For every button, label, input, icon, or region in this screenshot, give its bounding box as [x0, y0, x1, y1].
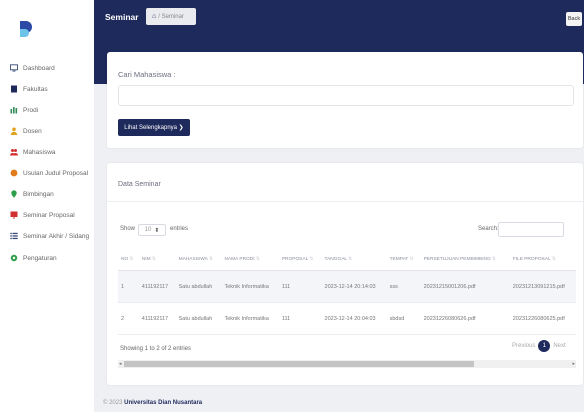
sidebar-item-label: Mahasiswa	[23, 148, 56, 156]
table-search-label: Search:	[478, 226, 499, 232]
table-cell[interactable]: 20231226080625.pdf	[509, 302, 576, 335]
table-cell[interactable]: 20231213091215.pdf	[509, 270, 576, 303]
entries-select[interactable]: 10 ⬍	[138, 224, 166, 236]
table-cell: 1	[118, 270, 139, 303]
sidebar-item-label: Dosen	[23, 127, 42, 135]
table-cell: Satu abdullah	[175, 270, 222, 303]
sidebar-item-label: Seminar Proposal	[23, 211, 75, 219]
sidebar-item-seminar-proposal[interactable]: Seminar Proposal	[10, 211, 75, 219]
col-header[interactable]: PERSETUJUAN PEMBIMBING	[420, 248, 510, 271]
col-header[interactable]: TANGGAL	[321, 248, 387, 271]
table-cell: 2023-12-14 20:04:03	[321, 302, 387, 335]
table-cell: 2023-12-14 20:14:03	[321, 270, 387, 303]
sidebar: Dashboard Fakultas Prodi Dosen Mahasiswa…	[0, 0, 94, 412]
col-header[interactable]: TEMPAT	[386, 248, 421, 271]
show-label: Show	[120, 226, 136, 232]
sidebar-item-seminar-akhir[interactable]: Seminar Akhir / Sidang	[10, 232, 89, 240]
sidebar-item-label: Usulan Judul Proposal	[23, 169, 89, 177]
page-title: Seminar	[105, 12, 139, 22]
table-row: 2 411192117 Satu abdullah Teknik Informa…	[118, 302, 576, 335]
col-header[interactable]: NIM	[138, 248, 176, 271]
sidebar-item-label: Fakultas	[23, 85, 48, 93]
table-header-row: NO NIM MAHASISWA NAMA PRODI PROPOSAL TAN…	[118, 248, 576, 271]
col-header[interactable]: MAHASISWA	[175, 248, 222, 271]
table-search-input[interactable]	[498, 222, 564, 237]
search-student-input[interactable]	[118, 85, 574, 106]
sidebar-item-label: Seminar Akhir / Sidang	[23, 232, 90, 240]
table-cell: sss	[386, 270, 421, 303]
entries-value: 10	[144, 227, 152, 233]
table-cell[interactable]: 20231215001206.pdf	[420, 270, 510, 303]
page-1-button[interactable]: 1	[538, 340, 551, 352]
search-student-label: Cari Mahasiswa :	[118, 70, 176, 79]
col-header[interactable]: NO	[118, 248, 139, 271]
view-more-button[interactable]: Lihat Selengkapnya ❯	[118, 119, 190, 136]
table-cell[interactable]: 20231226080626.pdf	[420, 302, 510, 335]
table-row: 1 411192117 Satu abdullah Teknik Informa…	[118, 270, 576, 303]
sidebar-item-dosen[interactable]: Dosen	[10, 127, 42, 135]
divider	[107, 201, 583, 202]
sidebar-item-usulan-judul[interactable]: Usulan Judul Proposal	[10, 169, 88, 177]
col-header[interactable]: FILE PROPOSAL	[509, 248, 576, 271]
user-icon	[10, 127, 18, 135]
sidebar-item-pengaturan[interactable]: Pengaturan	[10, 254, 57, 262]
sidebar-item-dashboard[interactable]: Dashboard	[10, 64, 55, 72]
chevron-down-icon: ⬍	[154, 227, 160, 234]
col-header[interactable]: NAMA PRODI	[221, 248, 279, 271]
gear-icon	[10, 254, 18, 262]
table-cell: 411192117	[138, 270, 176, 303]
table-cell: 111	[278, 302, 322, 335]
sidebar-item-fakultas[interactable]: Fakultas	[10, 85, 48, 93]
previous-button[interactable]: Previous	[512, 343, 535, 349]
breadcrumb-current: / Seminar	[158, 13, 184, 20]
sidebar-item-label: Prodi	[23, 106, 39, 114]
scroll-thumb[interactable]	[124, 361, 474, 367]
scroll-left-icon[interactable]: ◂	[119, 360, 122, 368]
footer-org: Universitas Dian Nusantara	[124, 400, 203, 406]
sidebar-item-mahasiswa[interactable]: Mahasiswa	[10, 148, 56, 156]
sidebar-item-prodi[interactable]: Prodi	[10, 106, 38, 114]
entries-label: entries	[170, 226, 189, 232]
sidebar-item-label: Bimbingan	[23, 190, 54, 198]
footer-copyright: © 2023	[103, 400, 123, 406]
sidebar-item-label: Dashboard	[23, 64, 55, 72]
table-info: Showing 1 to 2 of 2 entries	[120, 346, 192, 352]
back-button[interactable]: Back	[566, 12, 582, 26]
sidebar-item-label: Pengaturan	[23, 254, 57, 262]
list-icon	[10, 232, 18, 240]
users-icon	[10, 148, 18, 156]
breadcrumb: ⌂ / Seminar	[146, 8, 196, 25]
footer: © 2023 Universitas Dian Nusantara	[103, 400, 202, 406]
logo-icon	[20, 21, 32, 37]
data-card-title: Data Seminar	[118, 181, 161, 188]
paper-plane-icon	[10, 169, 18, 177]
table-cell: Teknik Informatika	[221, 270, 279, 303]
chart-icon	[10, 106, 18, 114]
table-cell: Teknik Informatika	[221, 302, 279, 335]
table-cell: 411192117	[138, 302, 176, 335]
table-cell: 111	[278, 270, 322, 303]
presentation-icon	[10, 211, 18, 219]
home-icon[interactable]: ⌂	[152, 13, 156, 20]
table-cell: 2	[118, 302, 139, 335]
building-icon	[10, 85, 18, 93]
monitor-icon	[10, 64, 18, 72]
horizontal-scrollbar[interactable]: ◂ ▸	[118, 360, 576, 368]
table-cell: Satu abdullah	[175, 302, 222, 335]
next-button[interactable]: Next	[553, 343, 565, 349]
table-cell: sbdsd	[386, 302, 421, 335]
scroll-right-icon[interactable]: ▸	[572, 360, 575, 368]
pagination: Previous 1 Next	[512, 340, 566, 352]
sidebar-item-bimbingan[interactable]: Bimbingan	[10, 190, 54, 198]
seminar-table: NO NIM MAHASISWA NAMA PRODI PROPOSAL TAN…	[118, 248, 576, 335]
location-pin-icon	[10, 190, 18, 198]
col-header[interactable]: PROPOSAL	[278, 248, 322, 271]
